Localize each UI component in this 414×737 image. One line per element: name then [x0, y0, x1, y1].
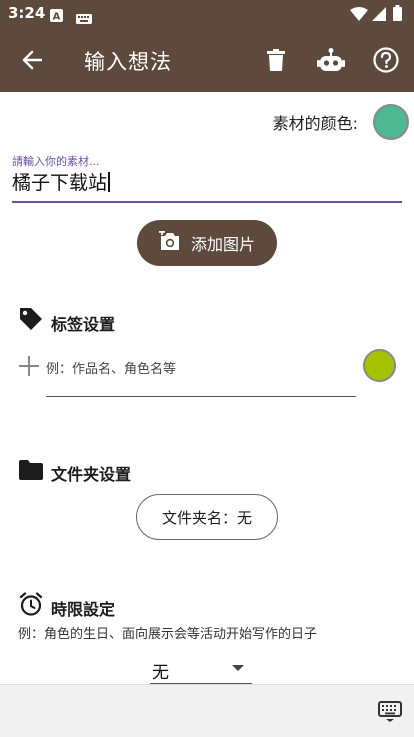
material-input-underline: [12, 201, 402, 203]
material-input[interactable]: 橘子下载站: [12, 168, 111, 195]
back-arrow-icon[interactable]: [16, 44, 48, 76]
tag-icon: [18, 306, 44, 336]
dropdown-arrow-icon: [232, 665, 244, 671]
material-color-swatch[interactable]: [373, 104, 409, 140]
tag-color-swatch[interactable]: [363, 349, 396, 382]
signal-icon: [372, 6, 386, 25]
status-time: 3:24: [8, 4, 46, 22]
wifi-icon: [350, 6, 368, 25]
add-tag-icon[interactable]: [18, 355, 40, 381]
deadline-section-title: 時限設定: [51, 600, 116, 619]
keyboard-status-icon: [76, 9, 92, 28]
material-input-value: 橘子下载站: [12, 172, 108, 194]
add-image-button[interactable]: 添加图片: [137, 220, 277, 266]
deadline-select-value: 无: [152, 663, 169, 683]
help-icon[interactable]: [370, 44, 402, 76]
deadline-select[interactable]: 无: [150, 656, 252, 684]
page-title: 输入想法: [84, 50, 172, 74]
tags-section-title: 标签设置: [51, 315, 116, 334]
bottom-bar: [0, 684, 414, 737]
svg-text:A: A: [53, 12, 61, 23]
material-color-label: 素材的颜色:: [272, 114, 358, 133]
folder-section-title: 文件夹设置: [51, 465, 132, 484]
battery-icon: [393, 5, 402, 25]
tag-input-underline: [46, 396, 356, 397]
folder-icon: [19, 460, 43, 484]
folder-name-label: 文件夹名：无: [161, 508, 252, 527]
app-bar: 输入想法: [0, 28, 414, 92]
robot-icon[interactable]: [315, 44, 347, 76]
folder-name-button[interactable]: 文件夹名：无: [136, 494, 278, 540]
status-bar: 3:24 A: [0, 0, 414, 28]
add-photo-icon: [159, 229, 191, 255]
material-input-label: 請輸入你的素材...: [12, 155, 100, 168]
notification-a-icon: A: [50, 7, 63, 26]
text-caret: [108, 172, 111, 192]
add-image-label: 添加图片: [191, 235, 256, 254]
tag-input[interactable]: 例：作品名、角色名等: [46, 358, 176, 377]
delete-icon[interactable]: [260, 44, 292, 76]
keyboard-toggle-icon[interactable]: [378, 701, 402, 727]
deadline-example-text: 例：角色的生日、面向展示会等活动开始写作的日子: [18, 627, 318, 642]
alarm-clock-icon: [19, 592, 43, 620]
